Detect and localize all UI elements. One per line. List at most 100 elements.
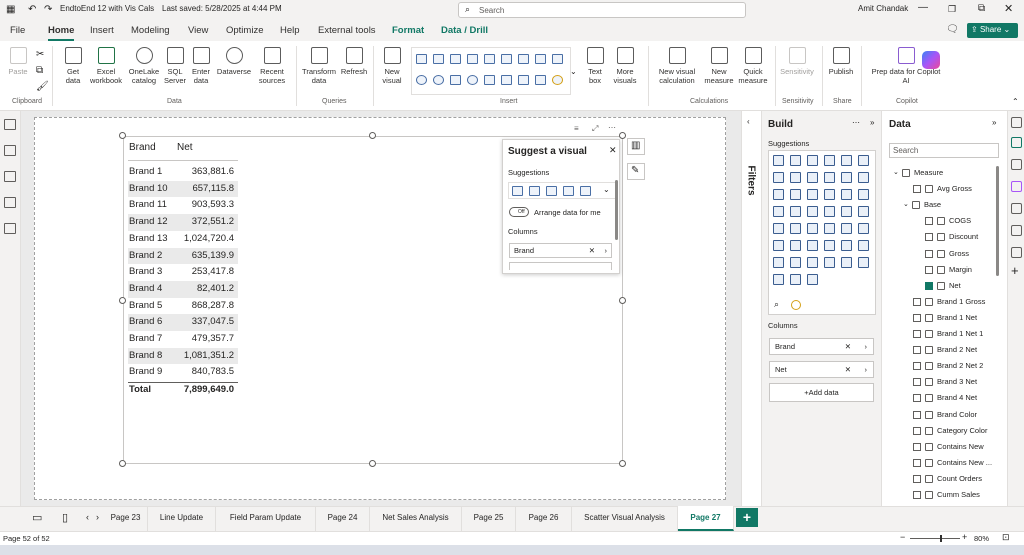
gallery-chevron-down-icon[interactable]: ⌄ — [570, 67, 577, 76]
user-name[interactable]: Amit Chandak — [858, 4, 908, 13]
expand-filters-icon[interactable]: ‹ — [747, 117, 750, 126]
new-visual-calculation-button[interactable]: New visual calculation — [654, 47, 700, 85]
more-options-icon[interactable]: ⋯ — [852, 118, 860, 127]
header-brand[interactable]: Brand — [129, 140, 156, 157]
model-view-icon[interactable] — [4, 171, 16, 182]
100-column-icon[interactable] — [858, 155, 869, 166]
chevron-down-icon[interactable]: ⌄ — [603, 185, 610, 194]
funnel-icon[interactable] — [807, 189, 818, 200]
table-row[interactable]: Brand 5 868,287.8 — [128, 298, 238, 315]
build-field-brand[interactable]: Brand ✕ › — [769, 338, 874, 355]
expand-chevron-icon[interactable]: ⌄ — [903, 199, 909, 211]
table-visual-icon[interactable] — [518, 75, 529, 85]
r-visual-icon[interactable] — [773, 240, 784, 251]
100-bar-icon[interactable] — [484, 54, 495, 64]
clustered-bar-icon[interactable] — [450, 54, 461, 64]
slicer-icon[interactable] — [824, 223, 835, 234]
filter-icon[interactable]: ≡ — [574, 124, 579, 133]
arcgis-icon[interactable] — [841, 257, 852, 268]
gauge-icon[interactable] — [858, 206, 869, 217]
copilot-suggest-icon[interactable] — [791, 300, 801, 310]
stacked-column-icon[interactable] — [580, 186, 591, 196]
data-pane-icon[interactable] — [1011, 137, 1022, 148]
field-checkbox[interactable] — [913, 458, 921, 467]
get-data-button[interactable]: Get data — [58, 47, 88, 85]
minimize-icon[interactable]: — — [918, 2, 928, 13]
sql-server-button[interactable]: SQL Server — [163, 47, 187, 85]
redo-icon[interactable]: ↷ — [44, 4, 52, 15]
python-visual-icon[interactable] — [790, 240, 801, 251]
power-automate-icon[interactable] — [807, 257, 818, 268]
clustered-column-icon[interactable] — [563, 186, 574, 196]
ribbon-icon[interactable] — [773, 189, 784, 200]
button-slicer-icon[interactable] — [858, 257, 869, 268]
quick-measure-button[interactable]: Quick measure — [736, 47, 770, 85]
table-row[interactable]: Brand 1 363,881.6 — [128, 164, 238, 181]
page-tab[interactable]: Net Sales Analysis — [370, 506, 462, 531]
comments-icon[interactable]: 🗨 — [946, 24, 959, 35]
collapse-pane-icon[interactable]: » — [992, 118, 996, 127]
filled-map-icon[interactable] — [807, 206, 818, 217]
excel-workbook-button[interactable]: Excel workbook — [88, 47, 124, 85]
collapse-pane-icon[interactable]: » — [870, 118, 874, 127]
line-column-icon[interactable] — [841, 172, 852, 183]
refresh-button[interactable]: Refresh — [339, 47, 369, 76]
table-visual-icon[interactable] — [512, 186, 523, 196]
tmdl-view-icon[interactable] — [4, 223, 16, 234]
azure-map-icon[interactable] — [841, 206, 852, 217]
page-tab[interactable]: Page 26 — [516, 506, 572, 531]
paginated-icon[interactable] — [773, 257, 784, 268]
stacked-column-icon[interactable] — [433, 54, 444, 64]
cut-icon[interactable]: ✂ — [36, 49, 44, 60]
copy-icon[interactable]: ⧉ — [36, 65, 43, 76]
zoom-out-icon[interactable]: − — [900, 532, 905, 542]
100-bar-icon[interactable] — [841, 155, 852, 166]
data-search-input[interactable]: Search — [889, 143, 999, 158]
stacked-bar-icon[interactable] — [773, 155, 784, 166]
stacked-bar-icon[interactable] — [546, 186, 557, 196]
table-icon[interactable] — [841, 223, 852, 234]
shape-map-icon[interactable] — [824, 206, 835, 217]
chevron-right-icon[interactable]: › — [865, 362, 868, 377]
card-icon[interactable] — [773, 223, 784, 234]
kpi-icon[interactable] — [807, 223, 818, 234]
new-card-icon[interactable] — [773, 274, 784, 285]
search-icon[interactable]: ⌕ — [774, 299, 779, 310]
page-tab[interactable]: Page 23 — [104, 506, 148, 531]
tab-modeling[interactable]: Modeling — [131, 25, 170, 36]
filters-label[interactable]: Filters — [746, 166, 757, 196]
field-checkbox[interactable] — [913, 330, 921, 338]
table-row[interactable]: Brand 13 1,024,720.4 — [128, 231, 238, 248]
page-tab-active[interactable]: Page 27 — [678, 506, 734, 531]
maximize-icon[interactable]: ❐ — [948, 4, 956, 15]
field-checkbox[interactable] — [925, 249, 933, 258]
tab-help[interactable]: Help — [280, 25, 300, 36]
map-icon[interactable] — [790, 206, 801, 217]
copilot-icon[interactable] — [1011, 181, 1022, 192]
field-checkbox[interactable] — [913, 491, 921, 499]
gauge-icon[interactable] — [484, 75, 495, 85]
tab-view[interactable]: View — [188, 25, 208, 36]
donut-icon[interactable] — [858, 189, 869, 200]
dataverse-button[interactable]: Dataverse — [215, 47, 253, 76]
sensitivity-button[interactable]: Sensitivity — [778, 47, 816, 76]
undo-icon[interactable]: ↶ — [28, 4, 36, 15]
format-painter-icon[interactable]: 🖌 — [36, 81, 49, 92]
copilot-visual-icon[interactable] — [552, 75, 563, 85]
zoom-slider[interactable] — [910, 538, 960, 539]
matrix-icon[interactable] — [858, 223, 869, 234]
treemap-icon[interactable] — [450, 75, 461, 85]
enter-data-button[interactable]: Enter data — [189, 47, 213, 85]
matrix-icon[interactable] — [535, 75, 546, 85]
copilot-pane-icon[interactable] — [1011, 117, 1022, 128]
build-field-net[interactable]: Net ✕ › — [769, 361, 874, 378]
focus-mode-icon[interactable]: ⤢ — [592, 124, 598, 134]
remove-field-icon[interactable]: ✕ — [589, 244, 595, 257]
qa-icon[interactable] — [841, 240, 852, 251]
table-row[interactable]: Brand 11 903,593.3 — [128, 197, 238, 214]
field-checkbox[interactable] — [913, 313, 921, 322]
zoom-in-icon[interactable]: + — [962, 532, 967, 542]
transform-data-button[interactable]: Transform data — [300, 47, 338, 85]
clustered-bar-icon[interactable] — [529, 186, 540, 196]
expand-chevron-icon[interactable]: ⌄ — [893, 167, 899, 179]
